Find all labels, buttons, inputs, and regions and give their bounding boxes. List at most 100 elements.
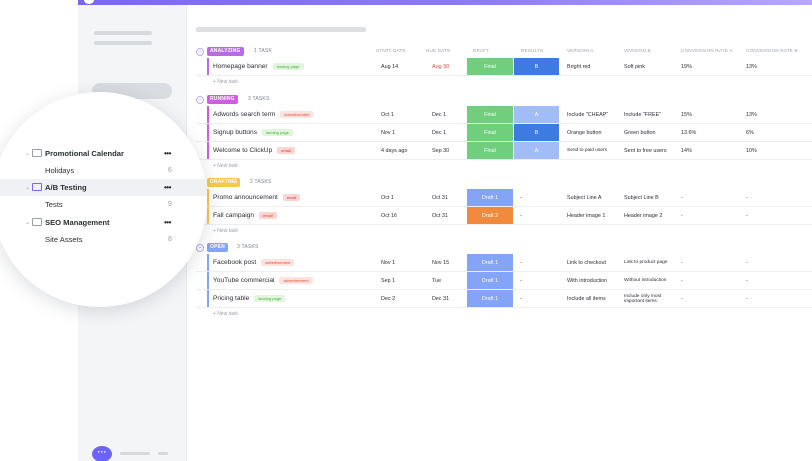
conversion-a[interactable]: - [681,207,683,224]
version-b[interactable]: Include "FREE" [624,106,661,123]
due-date[interactable]: Oct 31 [432,189,448,206]
column-header-start-date[interactable]: START DATE [376,48,406,53]
version-b[interactable]: Soft pink [624,58,645,75]
new-task-button[interactable]: + New task [196,225,812,238]
version-b[interactable]: Header image 2 [624,207,662,224]
start-date[interactable]: Aug 14 [381,58,398,75]
version-a[interactable]: Subject Line A [567,189,601,206]
version-a[interactable]: Orange button [567,124,601,141]
conversion-a[interactable]: 19% [681,58,692,75]
task-name-text[interactable]: Adwords search term [213,111,275,118]
more-options-icon[interactable]: ••• [164,218,171,227]
draft-status[interactable]: Final [467,106,513,123]
conversion-b[interactable]: 13% [746,106,757,123]
tag-email[interactable]: email [259,212,277,219]
version-a[interactable]: With introduction [567,272,607,289]
version-b[interactable]: Without introduction [624,272,676,289]
draft-status[interactable]: Draft 1 [467,290,513,307]
result-cell[interactable]: B [514,58,559,75]
column-header-version-b[interactable]: VERSION B [624,48,651,53]
start-date[interactable]: Oct 1 [381,106,394,123]
result-cell[interactable]: B [514,124,559,141]
version-b[interactable]: Green button [624,124,655,141]
folder-promotional-calendar[interactable]: ⌄ Promotional Calendar ••• [0,145,207,162]
due-date[interactable]: Aug 30 [432,58,449,75]
draft-status[interactable]: Draft 1 [467,189,513,206]
conversion-a[interactable]: - [681,290,683,307]
conversion-a[interactable]: 14% [681,142,692,159]
version-a[interactable]: Send to paid users [567,142,619,159]
conversion-b[interactable]: - [746,189,748,206]
result-cell[interactable]: - [520,207,522,224]
task-name-text[interactable]: Promo announcement [213,194,278,201]
table-row[interactable]: Adwords search term advertisement Oct 1 D… [196,106,812,124]
column-header-conversion-a[interactable]: CONVERSION RATE A [681,48,733,53]
new-task-button[interactable]: + New task [196,308,812,321]
collapse-toggle-icon[interactable]: – [196,96,204,104]
table-row[interactable]: Promo announcement email Oct 1 Oct 31 Dra… [196,189,812,207]
due-date[interactable]: Tue [432,272,441,289]
new-task-button[interactable]: + New task [196,160,812,173]
due-date[interactable]: Sep 30 [432,142,449,159]
tag-landing-page[interactable]: landing page [272,63,304,70]
task-name-text[interactable]: Pricing table [213,295,249,302]
version-a[interactable]: Header image 1 [567,207,605,224]
conversion-a[interactable]: - [681,272,683,289]
version-b[interactable]: Include only most important items [624,290,676,307]
task-name-text[interactable]: Welcome to ClickUp [213,147,272,154]
task-name-text[interactable]: Homepage banner [213,63,268,70]
conversion-b[interactable]: - [746,254,748,271]
table-row[interactable]: YouTube commercial advertisement Sep 1 Tu… [196,272,812,290]
tag-advertisement[interactable]: advertisement [279,277,313,284]
version-a[interactable]: Include "CHEAP" [567,106,608,123]
draft-status[interactable]: Final [467,142,513,159]
result-cell[interactable]: - [520,290,522,307]
start-date[interactable]: Sep 1 [381,272,395,289]
start-date[interactable]: Oct 1 [381,189,394,206]
conversion-a[interactable]: - [681,189,683,206]
column-header-draft[interactable]: DRAFT [473,48,489,53]
conversion-a[interactable]: - [681,254,683,271]
task-name-text[interactable]: YouTube commercial [213,277,274,284]
list-item-site-assets[interactable]: Site Assets 8 [0,231,207,248]
draft-status[interactable]: Draft 1 [467,272,513,289]
task-name-text[interactable]: Signup buttons [213,129,257,136]
app-logo-icon[interactable] [84,0,94,4]
column-header-version-a[interactable]: VERSION A [567,48,594,53]
table-row[interactable]: Pricing table landing page Dec 2 Dec 31 D… [196,290,812,308]
start-date[interactable]: Nov 1 [381,124,395,141]
table-row[interactable]: Facebook post advertisement Nov 1 Nov 15 … [196,254,812,272]
folder-ab-testing[interactable]: ⌄ A/B Testing ••• [0,179,207,196]
result-cell[interactable]: A [514,142,559,159]
tag-landing-page[interactable]: landing page [254,295,286,302]
new-task-button[interactable]: + New task [196,76,812,89]
version-a[interactable]: Link to checkout [567,254,606,271]
conversion-b[interactable]: - [746,207,748,224]
start-date[interactable]: Oct 16 [381,207,397,224]
due-date[interactable]: Dec 1 [432,106,446,123]
conversion-b[interactable]: 13% [746,58,757,75]
due-date[interactable]: Nov 15 [432,254,449,271]
column-header-conversion-b[interactable]: CONVERSION RATE B [746,48,798,53]
conversion-a[interactable]: 15% [681,106,692,123]
conversion-b[interactable]: 6% [746,124,754,141]
list-item-tests[interactable]: Tests 9 [0,196,207,213]
table-row[interactable]: Signup buttons landing page Nov 1 Dec 1 F… [196,124,812,142]
chevron-down-icon[interactable]: ⌄ [25,184,30,191]
tag-landing-page[interactable]: landing page [262,129,293,136]
start-date[interactable]: Nov 1 [381,254,395,271]
draft-status[interactable]: Draft 2 [467,207,513,224]
more-options-icon[interactable]: ••• [164,149,171,158]
conversion-a[interactable]: 13.6% [681,124,696,141]
conversion-b[interactable]: - [746,272,748,289]
column-header-due-date[interactable]: DUE DATE [426,48,451,53]
draft-status[interactable]: Final [467,124,513,141]
start-date[interactable]: 4 days ago [381,142,407,159]
version-b[interactable]: Sent to free users [624,142,667,159]
collapse-toggle-icon[interactable]: – [196,48,204,56]
task-name-text[interactable]: Facebook post [213,259,256,266]
draft-status[interactable]: Final [467,58,513,75]
due-date[interactable]: Oct 31 [432,207,448,224]
due-date[interactable]: Dec 1 [432,124,446,141]
result-cell[interactable]: A [514,106,559,123]
